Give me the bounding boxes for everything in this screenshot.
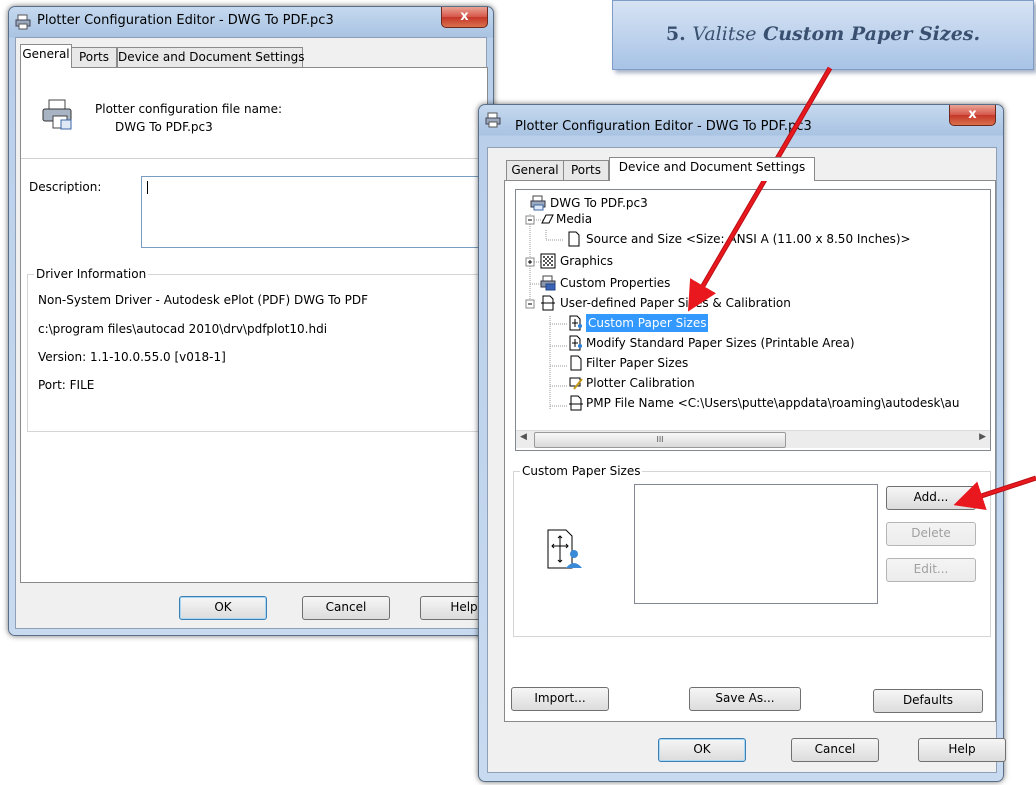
- custom-paper-icon: [569, 315, 582, 331]
- dialog-body: General Ports Device and Document Settin…: [487, 147, 1006, 773]
- paper-sizes-list[interactable]: [634, 484, 878, 604]
- tab-ports[interactable]: Ports: [563, 160, 609, 181]
- driver-port: Port: FILE: [38, 378, 95, 392]
- scroll-left-icon[interactable]: ◀: [520, 432, 527, 442]
- plotter-icon: [15, 14, 31, 30]
- properties-icon: [540, 275, 556, 291]
- description-label: Description:: [29, 180, 102, 194]
- tree-item-user-defined[interactable]: User-defined Paper Sizes & Calibration: [516, 294, 986, 312]
- title-bar[interactable]: Plotter Configuration Editor - DWG To PD…: [479, 105, 1003, 135]
- custom-paper-large-icon: [547, 529, 582, 569]
- horizontal-scrollbar[interactable]: ◀ III ▶: [516, 430, 990, 448]
- plotter-icon: [485, 112, 501, 128]
- plotter-icon: [530, 195, 546, 211]
- general-panel: Plotter configuration file name: DWG To …: [20, 67, 488, 583]
- driver-version: Version: 1.1-10.0.55.0 [v018-1]: [38, 350, 226, 364]
- dialog-body: General Ports Device and Document Settin…: [15, 37, 508, 629]
- tree-item-plotter-calibration[interactable]: Plotter Calibration: [516, 374, 986, 392]
- window-title: Plotter Configuration Editor - DWG To PD…: [515, 119, 812, 134]
- tree-item-custom-paper-sizes[interactable]: Custom Paper Sizes: [516, 314, 986, 332]
- save-as-button[interactable]: Save As...: [689, 687, 801, 711]
- tree-item-filter-paper[interactable]: Filter Paper Sizes: [516, 354, 986, 372]
- device-settings-panel: DWG To PDF.pc3 Media Source and Size <Si…: [504, 180, 996, 722]
- tree-item-source-size[interactable]: Source and Size <Size: ANSI A (11.00 x 8…: [516, 230, 986, 248]
- filter-paper-icon: [570, 355, 582, 371]
- text-cursor: [147, 181, 148, 194]
- cancel-button[interactable]: Cancel: [302, 596, 390, 620]
- cancel-button[interactable]: Cancel: [791, 738, 879, 762]
- add-button[interactable]: Add...: [886, 486, 976, 510]
- title-bar[interactable]: Plotter Configuration Editor - DWG To PD…: [9, 7, 493, 37]
- user-defined-icon: [541, 295, 555, 311]
- driver-path: c:\program files\autocad 2010\drv\pdfplo…: [38, 322, 328, 336]
- tree-item-graphics[interactable]: Graphics: [516, 252, 986, 270]
- scroll-thumb[interactable]: III: [534, 432, 786, 448]
- tree-item-pmp-file[interactable]: PMP File Name <C:\Users\putte\appdata\ro…: [516, 394, 986, 412]
- tab-general[interactable]: General: [20, 44, 72, 68]
- callout-text: 5. Valitse Custom Paper Sizes.: [665, 23, 981, 45]
- tab-general[interactable]: General: [506, 160, 564, 181]
- close-button[interactable]: x: [949, 105, 996, 126]
- separator: [21, 158, 487, 159]
- scroll-right-icon[interactable]: ▶: [979, 432, 986, 442]
- defaults-button[interactable]: Defaults: [873, 689, 983, 713]
- settings-tree[interactable]: DWG To PDF.pc3 Media Source and Size <Si…: [515, 189, 991, 451]
- help-button[interactable]: Help: [918, 738, 1006, 762]
- tab-device-settings[interactable]: Device and Document Settings: [609, 157, 815, 181]
- tree-item-custom-properties[interactable]: Custom Properties: [516, 274, 986, 292]
- group-label: Custom Paper Sizes: [520, 464, 643, 478]
- import-button[interactable]: Import...: [511, 687, 609, 711]
- plotter-config-window-front: Plotter Configuration Editor - DWG To PD…: [478, 104, 1006, 782]
- description-field[interactable]: [141, 176, 483, 248]
- tree-item-modify-standard[interactable]: Modify Standard Paper Sizes (Printable A…: [516, 334, 986, 352]
- ok-button[interactable]: OK: [179, 596, 267, 620]
- file-name-label: Plotter configuration file name:: [95, 102, 283, 116]
- edit-button[interactable]: Edit...: [886, 558, 976, 582]
- plotter-config-window-back: Plotter Configuration Editor - DWG To PD…: [8, 6, 508, 636]
- ok-button[interactable]: OK: [658, 738, 746, 762]
- custom-paper-sizes-group: Custom Paper Sizes Add... Delete Edit...: [513, 464, 991, 637]
- plotter-config-icon: [42, 99, 72, 130]
- graphics-icon: [540, 253, 556, 269]
- tab-device-settings[interactable]: Device and Document Settings: [117, 47, 304, 68]
- instruction-callout: 5. Valitse Custom Paper Sizes.: [612, 0, 1034, 70]
- modify-paper-icon: [569, 335, 582, 351]
- tab-ports[interactable]: Ports: [71, 47, 117, 68]
- calibration-icon: [569, 377, 583, 390]
- file-name-value: DWG To PDF.pc3: [115, 120, 213, 134]
- driver-info-group: Driver Information Non-System Driver - A…: [27, 267, 485, 432]
- driver-info-label: Driver Information: [34, 267, 149, 281]
- media-icon: [541, 214, 554, 224]
- paper-icon: [568, 231, 580, 247]
- pmp-file-icon: [569, 395, 583, 411]
- driver-name: Non-System Driver - Autodesk ePlot (PDF)…: [38, 293, 368, 307]
- tree-item-media[interactable]: Media: [516, 210, 986, 228]
- window-title: Plotter Configuration Editor - DWG To PD…: [37, 13, 334, 28]
- close-button[interactable]: x: [441, 7, 488, 28]
- delete-button[interactable]: Delete: [886, 522, 976, 546]
